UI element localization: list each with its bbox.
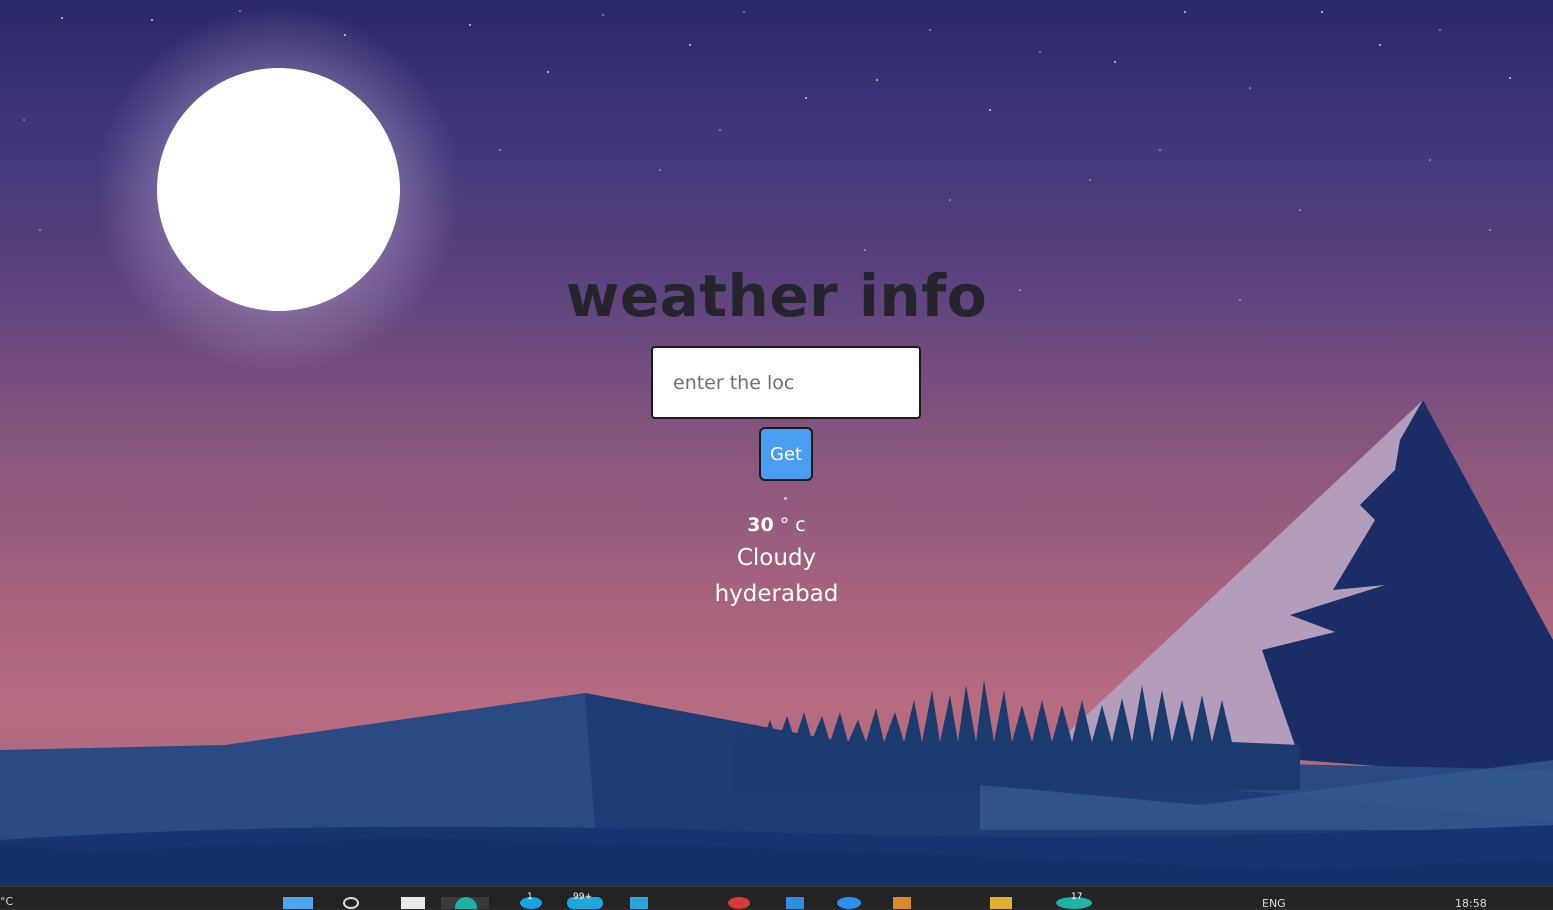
page-title: weather info (565, 262, 988, 330)
temperature-value: 30 (747, 514, 774, 536)
get-button[interactable]: Get (759, 427, 813, 481)
search-icon[interactable] (343, 897, 359, 909)
language-indicator[interactable]: ENG (1262, 897, 1286, 910)
temperature-display: 30 ° c (0, 514, 1553, 536)
app-icon-4[interactable] (728, 897, 750, 909)
clock[interactable]: 18:58 (1455, 897, 1487, 910)
temperature-unit: ° c (779, 514, 806, 536)
loading-dot (784, 497, 787, 500)
taskbar: °C 1 99+ 17 ENG 18:58 (0, 886, 1553, 910)
taskbar-app-active[interactable] (441, 897, 489, 909)
badge-2: 99+ (573, 892, 592, 902)
badge-3: 17 (1071, 892, 1083, 902)
app-icon-3[interactable] (630, 897, 648, 909)
location-input[interactable] (651, 346, 921, 419)
taskbar-weather-text: °C (0, 895, 14, 908)
app-icon-8[interactable] (990, 897, 1012, 909)
browser-icon (455, 897, 477, 909)
start-icon[interactable] (283, 897, 313, 909)
city-name: hyderabad (714, 581, 839, 607)
app-icon-7[interactable] (893, 897, 911, 909)
app-icon-6[interactable] (837, 897, 861, 909)
badge-1: 1 (527, 892, 533, 902)
app-icon-5[interactable] (786, 897, 804, 909)
weather-condition: Cloudy (736, 545, 817, 571)
task-view-icon[interactable] (401, 897, 425, 909)
